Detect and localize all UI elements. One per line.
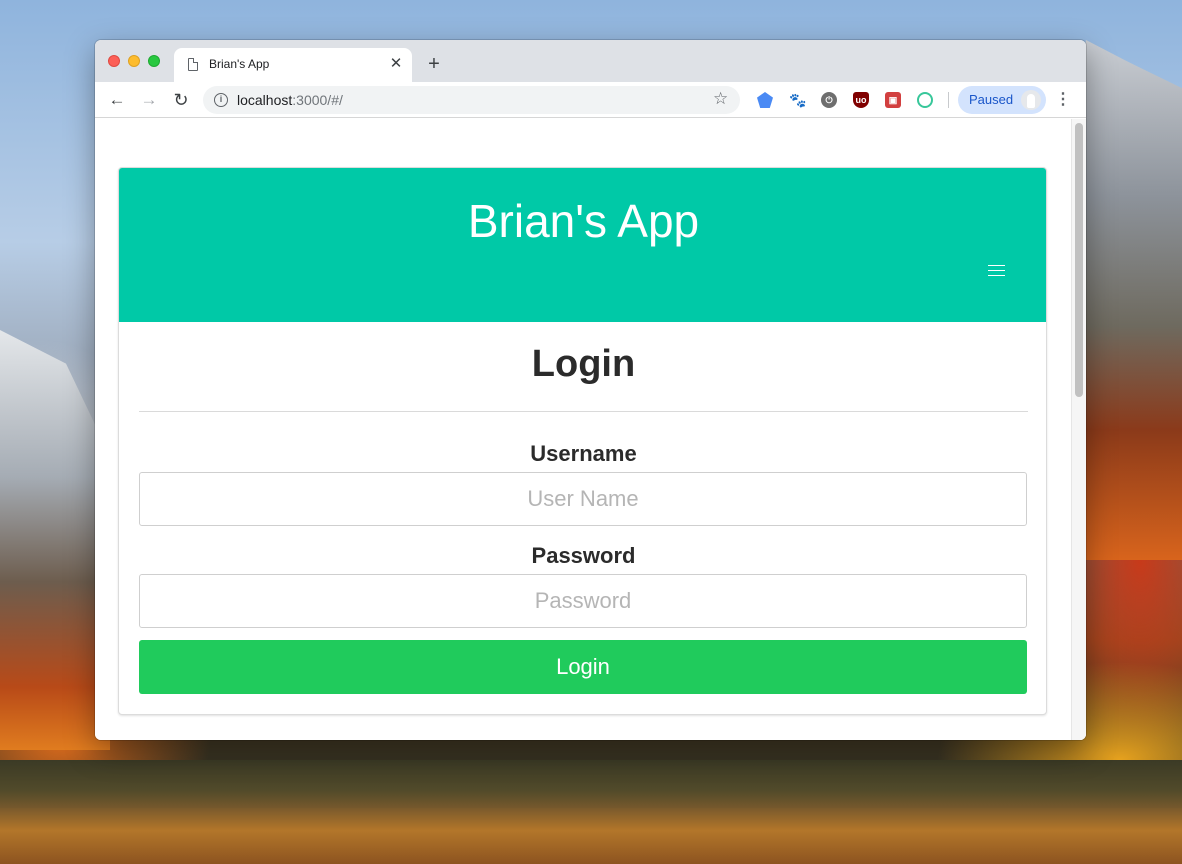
hamburger-line	[988, 270, 1005, 271]
site-info-icon[interactable]: i	[214, 93, 228, 107]
password-field[interactable]	[139, 574, 1027, 628]
page-icon	[188, 58, 198, 71]
graduation-cap-icon[interactable]	[757, 92, 773, 108]
tab-strip: Brian's App ✕ +	[95, 40, 1086, 82]
address-bar-url[interactable]: localhost:3000/#/	[237, 92, 343, 108]
bookmark-star-icon[interactable]: ☆	[713, 89, 728, 109]
url-host: localhost	[237, 92, 293, 108]
desktop-mountain-left	[0, 330, 110, 750]
desktop-lake	[0, 808, 1182, 864]
address-bar[interactable]: i localhost:3000/#/ ☆	[203, 86, 740, 114]
desktop-shoreline	[0, 760, 1182, 810]
app-header: Brian's App	[119, 168, 1046, 322]
password-label: Password	[531, 543, 636, 568]
browser-toolbar: ← → ↻ i localhost:3000/#/ ☆ 🐾 ⏻ uo ▣ Pau…	[95, 82, 1086, 118]
browser-menu-icon[interactable]: ⋮	[1055, 88, 1071, 112]
browser-window: Brian's App ✕ + ← → ↻ i localhost:3000/#…	[95, 40, 1086, 740]
hamburger-line	[988, 275, 1005, 276]
paw-icon[interactable]: 🐾	[789, 92, 806, 108]
username-field[interactable]	[139, 472, 1027, 526]
profile-status-label: Paused	[969, 92, 1014, 107]
ublock-icon[interactable]: uo	[853, 92, 869, 108]
hamburger-line	[988, 265, 1005, 266]
forward-button[interactable]: →	[137, 88, 161, 112]
toolbar-divider	[948, 92, 949, 108]
url-path: :3000/#/	[292, 92, 343, 108]
window-close-button[interactable]	[108, 55, 120, 67]
new-tab-button[interactable]: +	[424, 53, 444, 75]
hamburger-menu-icon[interactable]	[988, 265, 1005, 277]
divider	[139, 411, 1028, 412]
username-label: Username	[530, 441, 637, 466]
back-button[interactable]: ←	[105, 88, 129, 112]
tab-close-icon[interactable]: ✕	[387, 55, 405, 73]
screenshot-icon[interactable]: ▣	[885, 92, 901, 108]
tab-title: Brian's App	[209, 57, 270, 71]
page-viewport: Brian's App Login Username Password Logi…	[95, 119, 1086, 740]
app-card: Brian's App Login Username Password Logi…	[118, 167, 1047, 715]
power-icon[interactable]: ⏻	[821, 92, 837, 108]
login-button[interactable]: Login	[139, 640, 1027, 694]
page-title: Login	[531, 343, 636, 385]
scrollbar-thumb[interactable]	[1075, 123, 1083, 397]
window-maximize-button[interactable]	[148, 55, 160, 67]
avatar	[1021, 90, 1041, 110]
scrollbar[interactable]	[1071, 119, 1086, 740]
app-title: Brian's App	[467, 195, 700, 247]
window-minimize-button[interactable]	[128, 55, 140, 67]
browser-tab-active[interactable]: Brian's App ✕	[174, 48, 412, 82]
refresh-ring-icon[interactable]	[917, 92, 933, 108]
reload-button[interactable]: ↻	[169, 88, 193, 112]
profile-button[interactable]: Paused	[958, 86, 1046, 114]
